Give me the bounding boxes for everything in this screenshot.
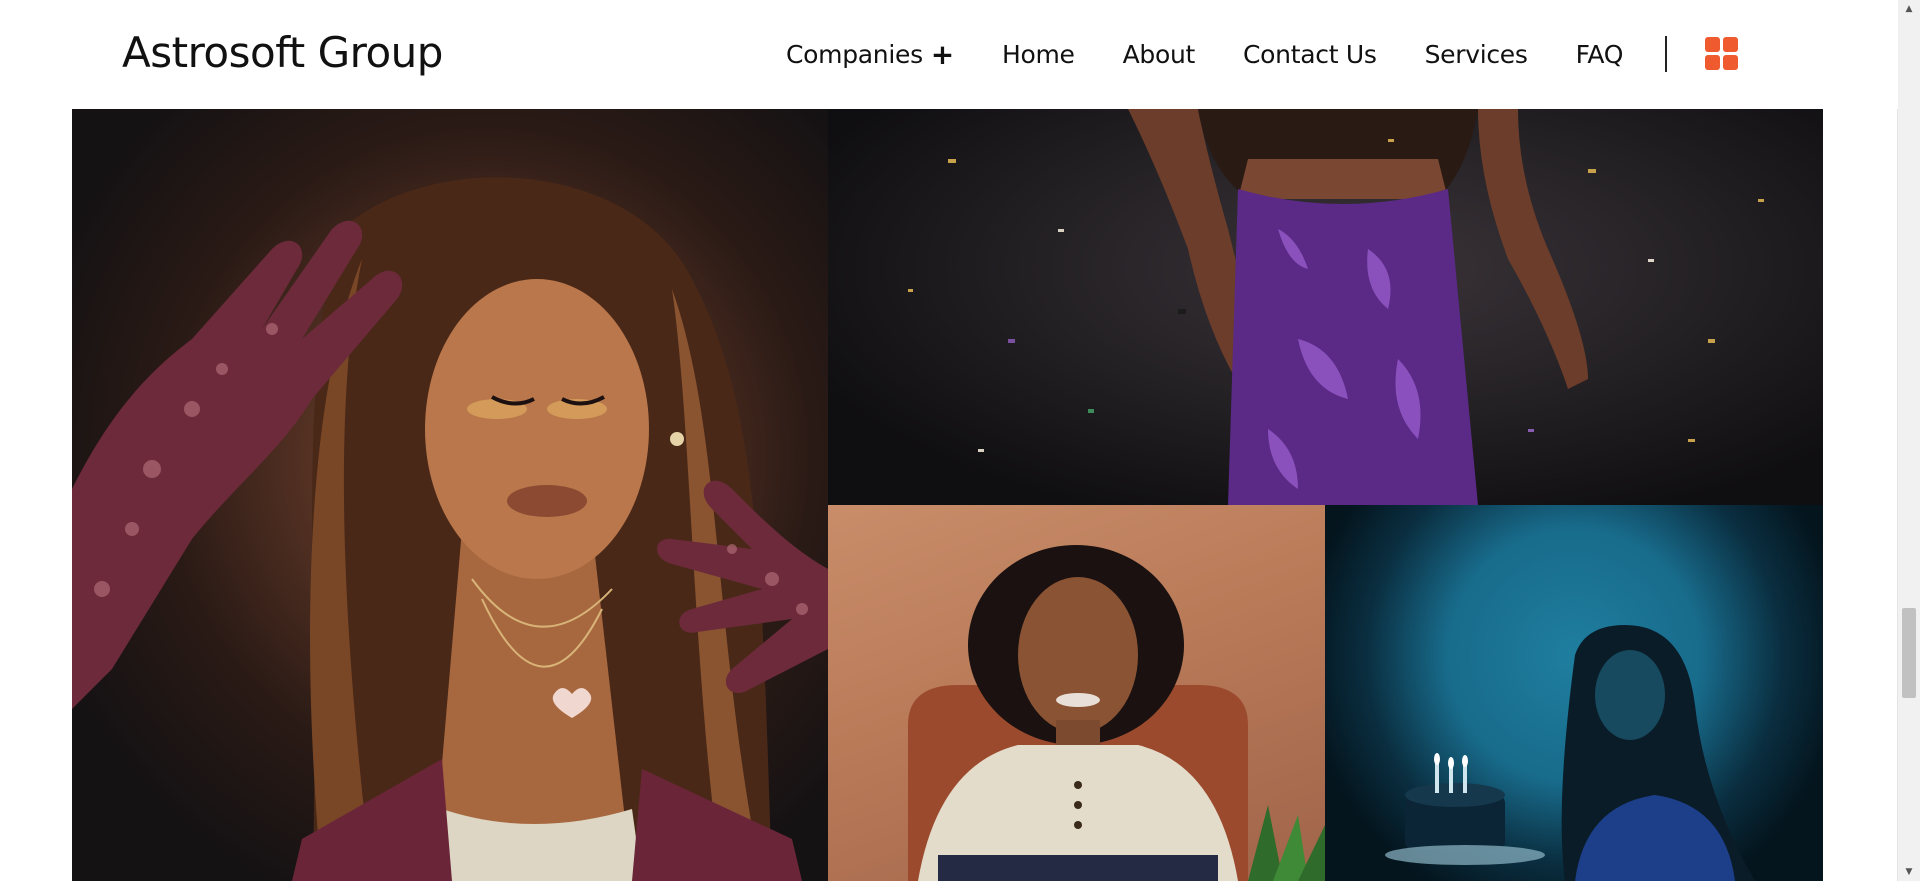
nav-item-faq[interactable]: FAQ: [1576, 40, 1624, 69]
scrollbar-thumb[interactable]: [1902, 608, 1916, 698]
grid-square: [1723, 37, 1738, 52]
nav-item-services[interactable]: Services: [1425, 40, 1528, 69]
gallery-photo-confetti[interactable]: [828, 109, 1823, 505]
photo-illustration: [908, 109, 1764, 505]
site-header: Astrosoft Group Companies + Home About C…: [0, 0, 1898, 109]
photo-illustration: [1385, 625, 1755, 881]
grid-menu-icon[interactable]: [1705, 37, 1738, 71]
scroll-up-arrow-icon[interactable]: ▲: [1898, 0, 1920, 18]
nav-item-contact-us[interactable]: Contact Us: [1243, 40, 1377, 69]
photo-illustration: [908, 545, 1325, 881]
main-nav: Companies + Home About Contact Us Servic…: [786, 36, 1671, 72]
plus-icon: +: [930, 37, 954, 71]
scroll-down-arrow-icon[interactable]: ▼: [1898, 863, 1920, 881]
vertical-scrollbar[interactable]: ▲ ▼: [1897, 0, 1920, 881]
nav-item-home[interactable]: Home: [1002, 40, 1075, 69]
nav-divider: [1665, 36, 1667, 72]
photo-illustration: [72, 177, 828, 881]
grid-square: [1705, 37, 1720, 52]
nav-item-about[interactable]: About: [1123, 40, 1196, 69]
gallery-photo-birthday[interactable]: [1325, 505, 1823, 881]
nav-item-label: Companies: [786, 39, 923, 69]
gallery-photo-seated[interactable]: [828, 505, 1325, 881]
grid-square: [1723, 55, 1738, 70]
grid-square: [1705, 55, 1720, 70]
nav-item-companies[interactable]: Companies +: [786, 38, 954, 71]
site-logo[interactable]: Astrosoft Group: [122, 28, 443, 77]
gallery-photo-gloves[interactable]: [72, 109, 828, 881]
